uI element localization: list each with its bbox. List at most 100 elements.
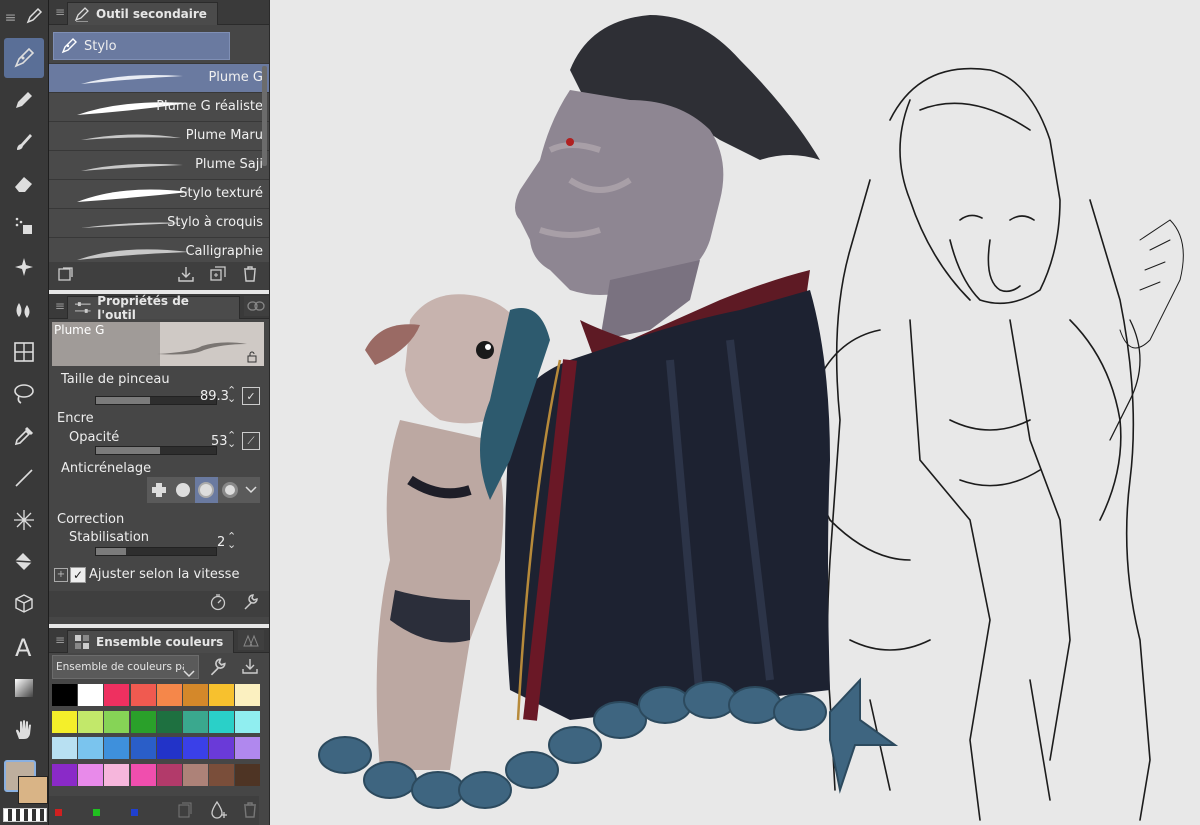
color-swatch[interactable] — [156, 684, 182, 706]
opacity-spin[interactable]: ⌃ ⌄ — [227, 430, 236, 449]
tool-button-magic-wand[interactable] — [4, 500, 44, 540]
tool-button-eyedropper[interactable] — [4, 416, 44, 456]
transparent-color-button[interactable] — [3, 808, 47, 822]
color-swatch[interactable] — [183, 763, 208, 786]
wrench-icon[interactable] — [207, 657, 227, 681]
color-swatch[interactable] — [78, 763, 104, 786]
sub-color-swatch[interactable] — [18, 776, 48, 804]
color-swatch[interactable] — [183, 737, 208, 759]
color-swatch[interactable] — [130, 684, 156, 706]
color-swatch[interactable] — [209, 763, 235, 786]
color-swatch[interactable] — [209, 710, 235, 733]
brush-size-value[interactable]: 89.3 — [200, 389, 229, 404]
color-swatch[interactable] — [52, 710, 77, 733]
tab-color-set[interactable]: Ensemble couleurs — [67, 629, 235, 653]
duplicate-icon[interactable] — [209, 265, 227, 287]
sub-tool-settings-icon[interactable] — [57, 265, 75, 287]
lock-icon[interactable] — [246, 351, 258, 363]
color-swatch[interactable] — [235, 684, 261, 706]
brush-item[interactable]: Calligraphie — [49, 238, 269, 262]
stabilization-slider[interactable] — [95, 547, 217, 556]
tool-button-text[interactable]: A — [4, 626, 44, 666]
brush-item[interactable]: Stylo à croquis — [49, 209, 269, 238]
tool-button-lasso[interactable] — [4, 374, 44, 414]
color-swatch[interactable] — [156, 763, 182, 786]
brush-item[interactable]: Plume Saji — [49, 151, 269, 180]
color-swatch[interactable] — [52, 684, 77, 706]
brush-size-spin[interactable]: ⌃ ⌄ — [227, 385, 236, 404]
add-color-icon[interactable] — [209, 800, 229, 824]
color-set-import-icon[interactable] — [241, 657, 259, 679]
color-swatch[interactable] — [104, 763, 130, 786]
brush-item[interactable]: Plume G — [49, 64, 269, 93]
color-swatch[interactable] — [235, 710, 261, 733]
sub-tool-group-stylo[interactable]: Stylo — [53, 32, 230, 60]
tool-button-line[interactable] — [4, 458, 44, 498]
replace-color-icon[interactable] — [177, 801, 193, 823]
stabilization-value[interactable]: 2 — [217, 535, 225, 550]
tool-button-decoration[interactable] — [4, 248, 44, 288]
color-swatch[interactable] — [235, 763, 261, 786]
brush-item[interactable]: Plume Maru — [49, 122, 269, 151]
tab-tool-property[interactable]: Propriétés de l'outil — [66, 294, 240, 322]
speed-checkbox[interactable]: ✓ — [70, 567, 86, 583]
color-swatch[interactable] — [156, 710, 182, 733]
opacity-value[interactable]: 53 — [211, 434, 228, 449]
antialias-weak-button[interactable] — [171, 477, 195, 503]
pressure-size-button[interactable]: ✓ — [242, 387, 260, 405]
tool-button-fill[interactable] — [4, 542, 44, 582]
tab-brush-size[interactable] — [243, 296, 269, 316]
color-swatch[interactable] — [156, 737, 182, 759]
tool-button-hand[interactable] — [4, 710, 44, 750]
menu-icon[interactable]: ≡ — [5, 10, 17, 26]
tab-sub-tool[interactable]: Outil secondaire — [67, 1, 218, 25]
antialias-strong-button[interactable] — [218, 477, 242, 503]
tool-button-ruler[interactable] — [4, 332, 44, 372]
color-swatch[interactable] — [78, 737, 104, 759]
chevron-down-icon[interactable] — [242, 477, 260, 503]
brush-list-scrollbar[interactable] — [262, 66, 267, 166]
tool-button-brush[interactable] — [4, 122, 44, 162]
color-swatch[interactable] — [235, 737, 261, 759]
color-swatch[interactable] — [52, 763, 77, 786]
panel-grip-icon[interactable]: ≡ — [53, 299, 67, 313]
wrench-icon[interactable] — [241, 593, 259, 615]
color-swatch[interactable] — [52, 737, 77, 759]
color-swatch[interactable] — [104, 710, 130, 733]
color-swatch[interactable] — [183, 684, 208, 706]
canvas[interactable] — [270, 0, 1200, 825]
tool-button-blend[interactable] — [4, 290, 44, 330]
color-swatch[interactable] — [130, 710, 156, 733]
tool-button-airbrush[interactable] — [4, 206, 44, 246]
color-swatch[interactable] — [183, 710, 208, 733]
tab-intermediate-color[interactable] — [238, 630, 265, 650]
expand-icon[interactable]: + — [54, 568, 68, 582]
color-swatch[interactable] — [130, 737, 156, 759]
brush-size-slider[interactable] — [95, 396, 217, 405]
brush-item[interactable]: Plume G réaliste — [49, 93, 269, 122]
tool-button-eraser[interactable] — [4, 164, 44, 204]
delete-icon[interactable] — [241, 265, 259, 287]
tool-button-pen[interactable] — [4, 38, 44, 78]
color-set-dropdown[interactable]: Ensemble de couleurs par défaut — [52, 655, 199, 679]
pen-tab-icon[interactable] — [25, 7, 43, 29]
stabilization-spin[interactable]: ⌃ ⌄ — [227, 531, 236, 550]
delete-color-icon[interactable] — [241, 801, 259, 823]
color-swatch[interactable] — [78, 684, 104, 706]
color-swatch[interactable] — [130, 763, 156, 786]
tool-button-3d[interactable] — [4, 584, 44, 624]
opacity-slider[interactable] — [95, 446, 217, 455]
color-swatch[interactable] — [78, 710, 104, 733]
antialias-medium-button[interactable] — [194, 477, 219, 503]
tool-button-gradient[interactable] — [4, 668, 44, 708]
color-swatch[interactable] — [209, 684, 235, 706]
color-swatch[interactable] — [104, 737, 130, 759]
tool-button-pencil[interactable] — [4, 80, 44, 120]
color-swatch[interactable] — [209, 737, 235, 759]
pressure-opacity-button[interactable]: ⟋ — [242, 432, 260, 450]
panel-grip-icon[interactable]: ≡ — [53, 5, 67, 19]
antialias-none-button[interactable] — [147, 477, 171, 503]
color-swatch[interactable] — [104, 684, 130, 706]
timer-icon[interactable] — [209, 593, 227, 615]
brush-item[interactable]: Stylo texturé — [49, 180, 269, 209]
